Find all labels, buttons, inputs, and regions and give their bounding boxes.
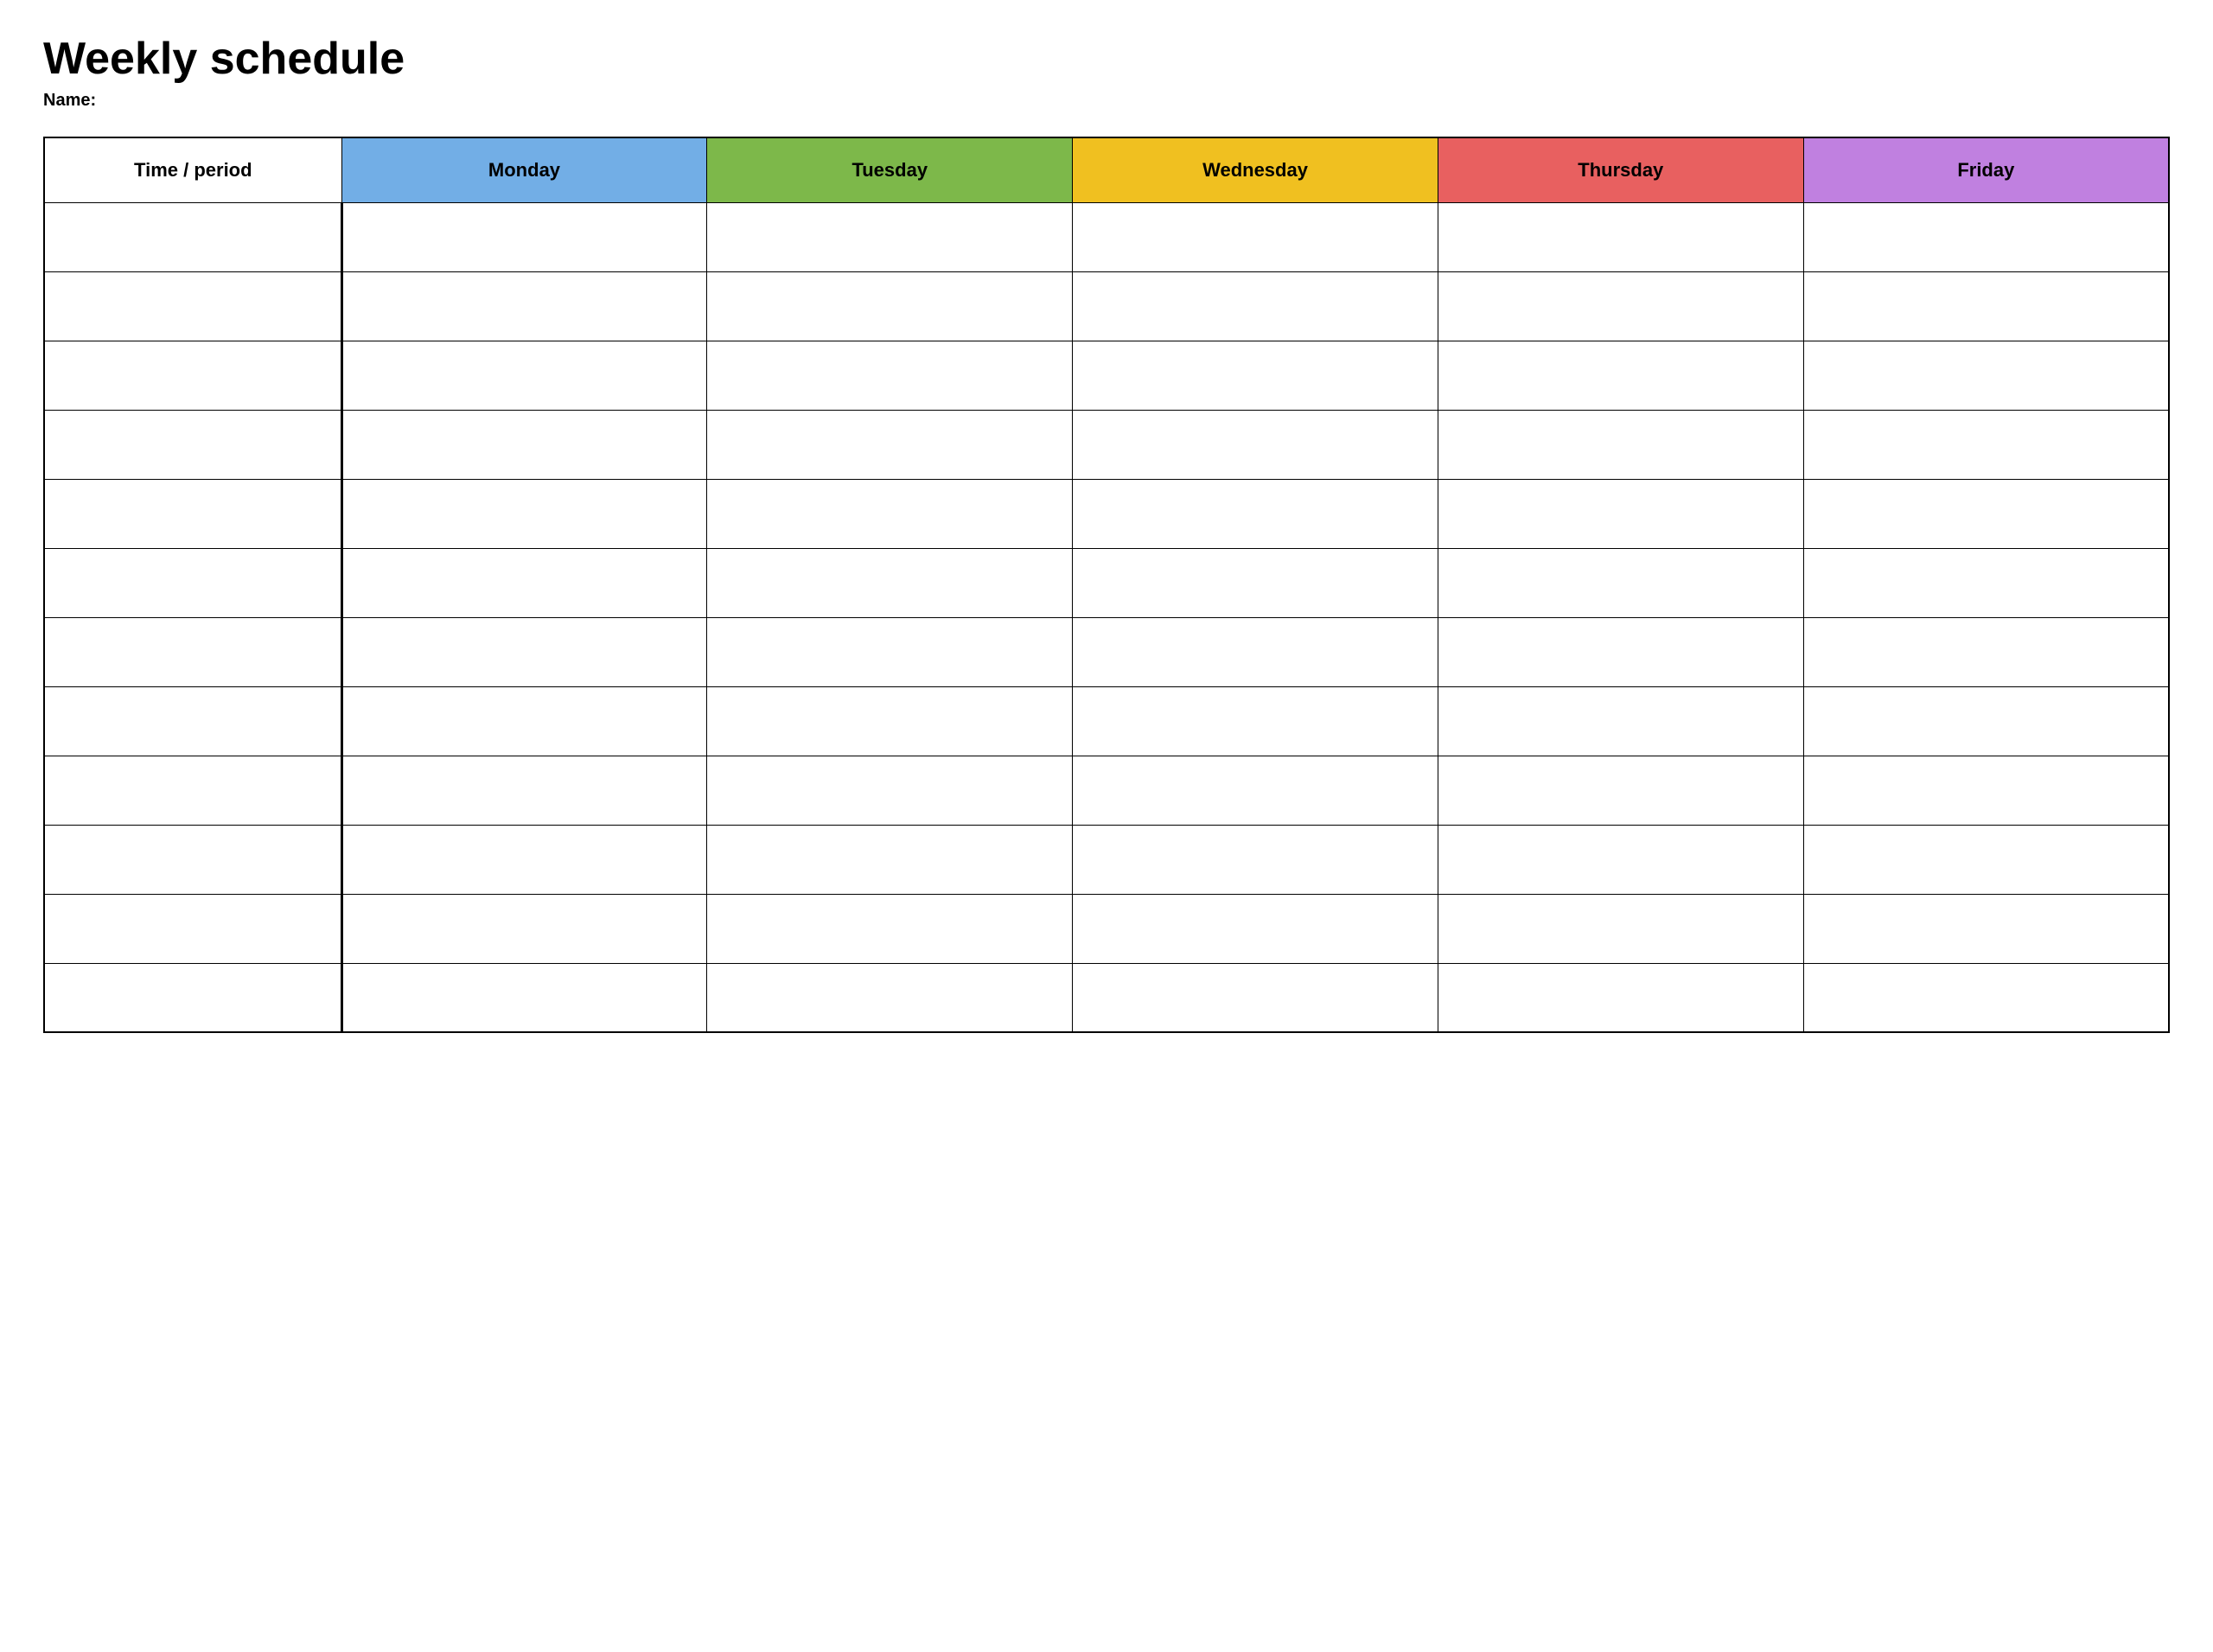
table-cell[interactable] bbox=[1073, 341, 1438, 410]
table-cell[interactable] bbox=[44, 617, 341, 686]
table-cell[interactable] bbox=[1073, 410, 1438, 479]
table-cell[interactable] bbox=[1073, 963, 1438, 1032]
table-cell[interactable] bbox=[44, 271, 341, 341]
table-cell[interactable] bbox=[44, 894, 341, 963]
table-row bbox=[44, 963, 2169, 1032]
table-row bbox=[44, 617, 2169, 686]
table-cell[interactable] bbox=[1073, 617, 1438, 686]
table-cell[interactable] bbox=[1803, 756, 2169, 825]
table-cell[interactable] bbox=[341, 686, 707, 756]
table-cell[interactable] bbox=[1803, 825, 2169, 894]
table-cell[interactable] bbox=[1073, 686, 1438, 756]
table-cell[interactable] bbox=[1073, 271, 1438, 341]
table-cell[interactable] bbox=[341, 548, 707, 617]
table-cell[interactable] bbox=[1438, 271, 1803, 341]
table-cell[interactable] bbox=[341, 271, 707, 341]
table-cell[interactable] bbox=[44, 410, 341, 479]
table-cell[interactable] bbox=[1438, 963, 1803, 1032]
table-cell[interactable] bbox=[44, 686, 341, 756]
weekly-schedule-table: Time / period Monday Tuesday Wednesday T… bbox=[43, 137, 2170, 1033]
table-cell[interactable] bbox=[1803, 341, 2169, 410]
header-thursday: Thursday bbox=[1438, 137, 1803, 202]
table-row bbox=[44, 271, 2169, 341]
table-cell[interactable] bbox=[707, 756, 1073, 825]
table-cell[interactable] bbox=[44, 756, 341, 825]
table-cell[interactable] bbox=[44, 479, 341, 548]
table-cell[interactable] bbox=[44, 825, 341, 894]
table-cell[interactable] bbox=[707, 410, 1073, 479]
table-row bbox=[44, 894, 2169, 963]
table-cell[interactable] bbox=[341, 341, 707, 410]
table-cell[interactable] bbox=[1438, 756, 1803, 825]
table-cell[interactable] bbox=[1803, 963, 2169, 1032]
table-row bbox=[44, 410, 2169, 479]
table-cell[interactable] bbox=[1803, 410, 2169, 479]
header-wednesday: Wednesday bbox=[1073, 137, 1438, 202]
table-row bbox=[44, 479, 2169, 548]
table-cell[interactable] bbox=[1073, 202, 1438, 271]
table-cell[interactable] bbox=[1438, 548, 1803, 617]
table-cell[interactable] bbox=[707, 271, 1073, 341]
table-row bbox=[44, 825, 2169, 894]
table-cell[interactable] bbox=[1438, 410, 1803, 479]
table-cell[interactable] bbox=[1438, 686, 1803, 756]
table-cell[interactable] bbox=[1073, 479, 1438, 548]
table-cell[interactable] bbox=[341, 756, 707, 825]
header-friday: Friday bbox=[1803, 137, 2169, 202]
table-cell[interactable] bbox=[1073, 548, 1438, 617]
table-cell[interactable] bbox=[1803, 548, 2169, 617]
table-cell[interactable] bbox=[707, 963, 1073, 1032]
table-cell[interactable] bbox=[707, 341, 1073, 410]
table-cell[interactable] bbox=[1438, 479, 1803, 548]
table-cell[interactable] bbox=[707, 479, 1073, 548]
table-row bbox=[44, 548, 2169, 617]
table-cell[interactable] bbox=[1803, 271, 2169, 341]
table-cell[interactable] bbox=[341, 202, 707, 271]
table-cell[interactable] bbox=[1803, 686, 2169, 756]
table-row bbox=[44, 756, 2169, 825]
table-cell[interactable] bbox=[44, 548, 341, 617]
table-cell[interactable] bbox=[1438, 894, 1803, 963]
table-cell[interactable] bbox=[341, 963, 707, 1032]
table-cell[interactable] bbox=[341, 410, 707, 479]
header-monday: Monday bbox=[341, 137, 707, 202]
table-cell[interactable] bbox=[707, 894, 1073, 963]
table-cell[interactable] bbox=[1803, 479, 2169, 548]
table-cell[interactable] bbox=[44, 202, 341, 271]
page-title: Weekly schedule bbox=[43, 35, 2170, 84]
table-cell[interactable] bbox=[707, 202, 1073, 271]
table-cell[interactable] bbox=[1803, 617, 2169, 686]
table-cell[interactable] bbox=[44, 341, 341, 410]
header-time-period: Time / period bbox=[44, 137, 341, 202]
table-row bbox=[44, 202, 2169, 271]
table-cell[interactable] bbox=[1438, 202, 1803, 271]
table-cell[interactable] bbox=[707, 686, 1073, 756]
table-cell[interactable] bbox=[1803, 202, 2169, 271]
table-cell[interactable] bbox=[707, 825, 1073, 894]
table-cell[interactable] bbox=[1438, 617, 1803, 686]
table-cell[interactable] bbox=[1438, 341, 1803, 410]
table-cell[interactable] bbox=[1438, 825, 1803, 894]
table-cell[interactable] bbox=[1073, 825, 1438, 894]
table-header-row: Time / period Monday Tuesday Wednesday T… bbox=[44, 137, 2169, 202]
table-cell[interactable] bbox=[341, 479, 707, 548]
header-tuesday: Tuesday bbox=[707, 137, 1073, 202]
table-cell[interactable] bbox=[341, 825, 707, 894]
table-row bbox=[44, 686, 2169, 756]
table-cell[interactable] bbox=[707, 548, 1073, 617]
name-label: Name: bbox=[43, 91, 2170, 111]
table-row bbox=[44, 341, 2169, 410]
table-cell[interactable] bbox=[1073, 894, 1438, 963]
table-cell[interactable] bbox=[341, 617, 707, 686]
table-cell[interactable] bbox=[341, 894, 707, 963]
table-cell[interactable] bbox=[1073, 756, 1438, 825]
table-cell[interactable] bbox=[44, 963, 341, 1032]
table-cell[interactable] bbox=[1803, 894, 2169, 963]
table-cell[interactable] bbox=[707, 617, 1073, 686]
